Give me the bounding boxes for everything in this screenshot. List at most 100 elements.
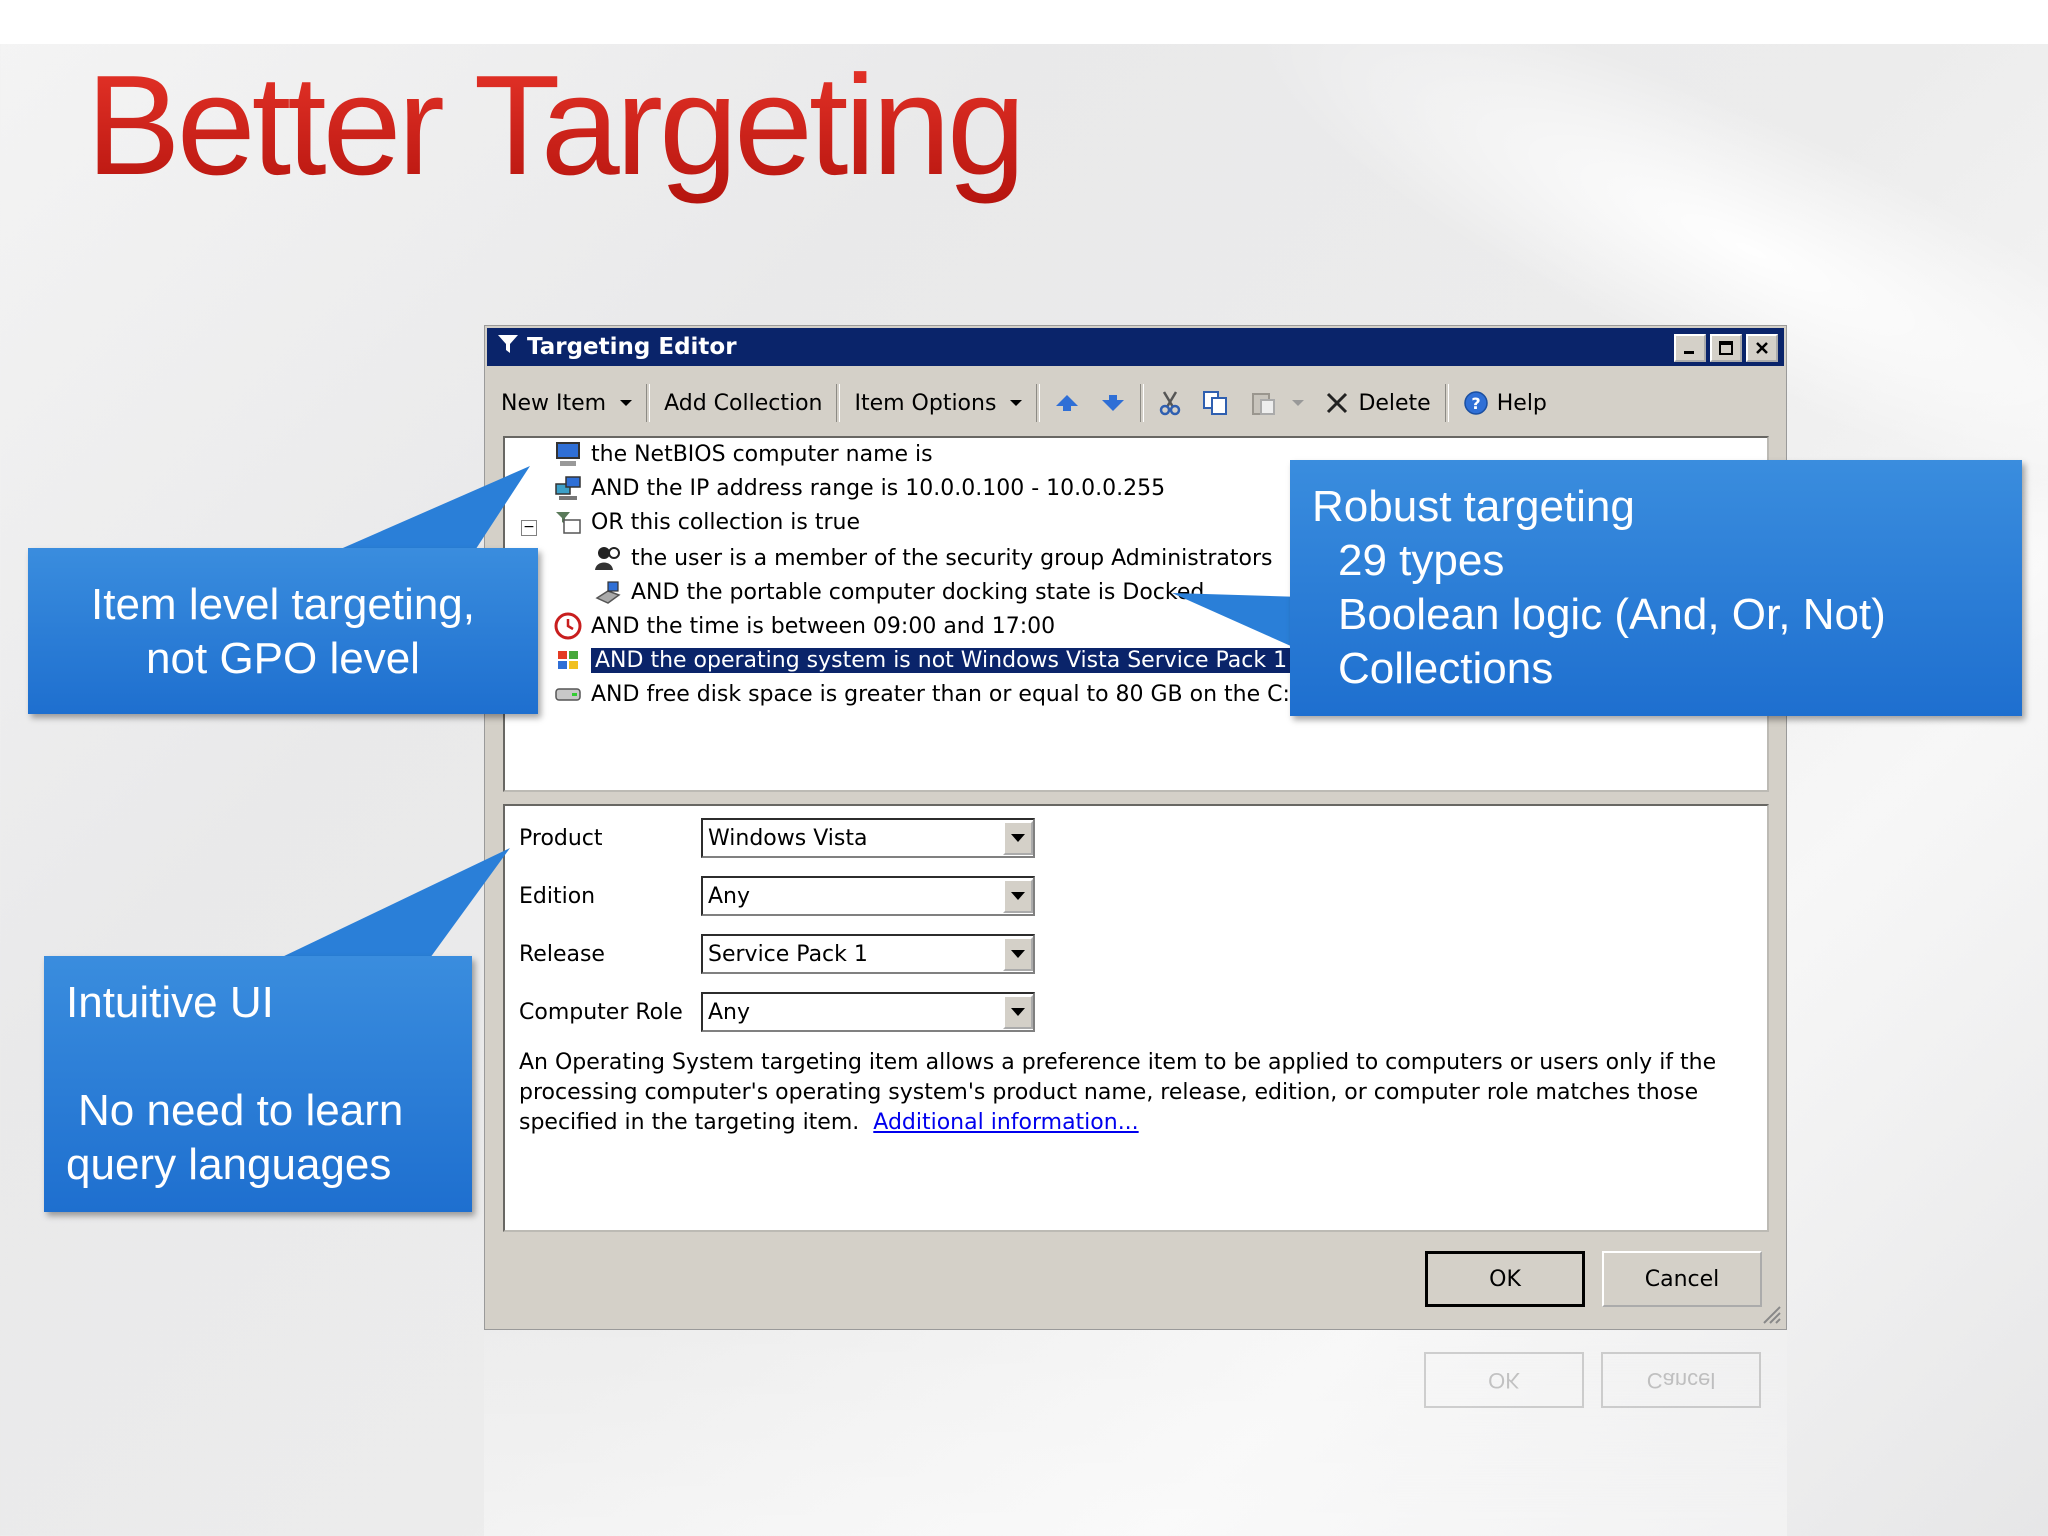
window-reflection: OK Cancel bbox=[484, 1330, 1787, 1536]
new-item-menu[interactable]: New Item bbox=[491, 383, 642, 423]
callout-pointer bbox=[1172, 593, 1302, 651]
clock-icon bbox=[553, 611, 583, 641]
paste-icon bbox=[1252, 393, 1276, 415]
add-collection-button[interactable]: Add Collection bbox=[654, 383, 832, 423]
product-value: Windows Vista bbox=[708, 825, 868, 851]
dropdown-caret-icon bbox=[1292, 400, 1305, 406]
callout-text: query languages bbox=[66, 1140, 392, 1189]
close-button[interactable] bbox=[1746, 334, 1778, 362]
tree-item-text: AND the time is between 09:00 and 17:00 bbox=[591, 613, 1056, 639]
help-button[interactable]: ? Help bbox=[1453, 383, 1557, 423]
maximize-button[interactable] bbox=[1710, 334, 1742, 362]
computer-icon bbox=[553, 439, 583, 469]
item-options-label: Item Options bbox=[854, 390, 997, 416]
cut-button[interactable] bbox=[1148, 383, 1192, 423]
tree-item[interactable]: OR this collection is true bbox=[553, 506, 860, 538]
computer-role-label: Computer Role bbox=[519, 1000, 683, 1025]
help-icon: ? bbox=[1463, 391, 1488, 415]
paste-button[interactable] bbox=[1240, 383, 1314, 423]
close-icon bbox=[1756, 342, 1768, 354]
move-up-button[interactable] bbox=[1044, 383, 1090, 423]
maximize-icon bbox=[1719, 341, 1733, 355]
delete-button[interactable]: Delete bbox=[1314, 383, 1440, 423]
help-label: Help bbox=[1496, 390, 1547, 416]
callout-text: Intuitive UI bbox=[66, 978, 274, 1027]
computer-role-select[interactable]: Any bbox=[701, 992, 1035, 1032]
resize-grip-icon[interactable] bbox=[1760, 1303, 1782, 1325]
svg-text:?: ? bbox=[1471, 394, 1480, 413]
callout-text: Boolean logic (And, Or, Not) bbox=[1338, 590, 1886, 639]
arrow-down-icon bbox=[1102, 395, 1125, 411]
tree-item[interactable]: AND the time is between 09:00 and 17:00 bbox=[553, 610, 1055, 642]
callout-intuitive-ui: Intuitive UI No need to learn query lang… bbox=[44, 956, 472, 1212]
toolbar-separator bbox=[1444, 384, 1449, 422]
release-label: Release bbox=[519, 942, 605, 967]
tree-item-text: the NetBIOS computer name is bbox=[591, 441, 933, 467]
callout-pointer bbox=[320, 466, 530, 558]
move-down-button[interactable] bbox=[1090, 383, 1136, 423]
callout-pointer bbox=[280, 848, 510, 958]
dropdown-arrow-icon[interactable] bbox=[1003, 879, 1033, 913]
cancel-button[interactable]: Cancel bbox=[1602, 1251, 1762, 1307]
properties-pane: Product Windows Vista Edition Any Releas… bbox=[503, 804, 1769, 1232]
callout-text: not GPO level bbox=[146, 634, 420, 683]
callout-text: No need to learn bbox=[78, 1086, 404, 1135]
toolbar-separator bbox=[1140, 384, 1145, 422]
arrow-up-icon bbox=[1056, 395, 1079, 411]
minimize-icon bbox=[1684, 351, 1694, 354]
edition-select[interactable]: Any bbox=[701, 876, 1035, 916]
toolbar-separator bbox=[836, 384, 841, 422]
toolbar-separator bbox=[1036, 384, 1041, 422]
release-value: Service Pack 1 bbox=[708, 941, 868, 967]
collection-icon bbox=[553, 507, 583, 537]
dropdown-caret-icon bbox=[1010, 400, 1023, 406]
new-item-label: New Item bbox=[501, 390, 607, 416]
description-text: An Operating System targeting item allow… bbox=[519, 1048, 1719, 1138]
tree-item[interactable]: AND free disk space is greater than or e… bbox=[553, 678, 1326, 710]
edition-value: Any bbox=[708, 883, 751, 909]
product-select[interactable]: Windows Vista bbox=[701, 818, 1035, 858]
tree-item-text: OR this collection is true bbox=[591, 509, 860, 535]
callout-text: 29 types bbox=[1338, 536, 1505, 585]
scissors-icon bbox=[1160, 391, 1181, 416]
callout-robust-targeting: Robust targeting 29 types Boolean logic … bbox=[1290, 460, 2022, 716]
dropdown-caret-icon bbox=[620, 400, 633, 406]
callout-item-level: Item level targeting, not GPO level bbox=[28, 548, 538, 714]
computer-role-value: Any bbox=[708, 999, 751, 1025]
ok-button[interactable]: OK bbox=[1425, 1251, 1585, 1307]
callout-text: Item level targeting, bbox=[91, 580, 475, 629]
delete-label: Delete bbox=[1358, 390, 1431, 416]
dropdown-arrow-icon[interactable] bbox=[1003, 937, 1033, 971]
product-label: Product bbox=[519, 826, 603, 851]
edition-label: Edition bbox=[519, 884, 596, 909]
dropdown-arrow-icon[interactable] bbox=[1003, 995, 1033, 1029]
tree-item-text: AND free disk space is greater than or e… bbox=[591, 681, 1327, 707]
windows-icon bbox=[553, 645, 583, 675]
docking-icon bbox=[593, 577, 623, 607]
tree-item[interactable]: AND the portable computer docking state … bbox=[593, 576, 1204, 608]
delete-x-icon bbox=[1327, 392, 1348, 414]
add-collection-label: Add Collection bbox=[664, 390, 823, 416]
release-select[interactable]: Service Pack 1 bbox=[701, 934, 1035, 974]
minimize-button[interactable] bbox=[1674, 334, 1706, 362]
top-white-band bbox=[0, 0, 2048, 44]
tree-item-text: AND the IP address range is 10.0.0.100 -… bbox=[591, 475, 1166, 501]
item-options-menu[interactable]: Item Options bbox=[844, 383, 1032, 423]
tree-item[interactable]: the NetBIOS computer name is bbox=[553, 438, 933, 470]
tree-item-text: AND the portable computer docking state … bbox=[631, 579, 1205, 605]
toolbar: New Item Add Collection Item Options Del… bbox=[491, 381, 1780, 425]
toolbar-separator bbox=[646, 384, 651, 422]
tree-item[interactable]: the user is a member of the security gro… bbox=[593, 542, 1273, 574]
users-icon bbox=[593, 543, 623, 573]
copy-button[interactable] bbox=[1192, 383, 1240, 423]
dropdown-arrow-icon[interactable] bbox=[1003, 821, 1033, 855]
tree-item-text: the user is a member of the security gro… bbox=[631, 545, 1273, 571]
window-title: Targeting Editor bbox=[527, 334, 737, 360]
callout-text: Collections bbox=[1338, 644, 1554, 693]
tree-item[interactable]: AND the IP address range is 10.0.0.100 -… bbox=[553, 472, 1165, 504]
copy-icon bbox=[1203, 391, 1228, 415]
window-titlebar: Targeting Editor bbox=[487, 328, 1784, 366]
additional-info-link[interactable]: Additional information... bbox=[873, 1110, 1138, 1135]
network-icon bbox=[553, 473, 583, 503]
description-line: specified in the targeting item. bbox=[519, 1110, 860, 1135]
